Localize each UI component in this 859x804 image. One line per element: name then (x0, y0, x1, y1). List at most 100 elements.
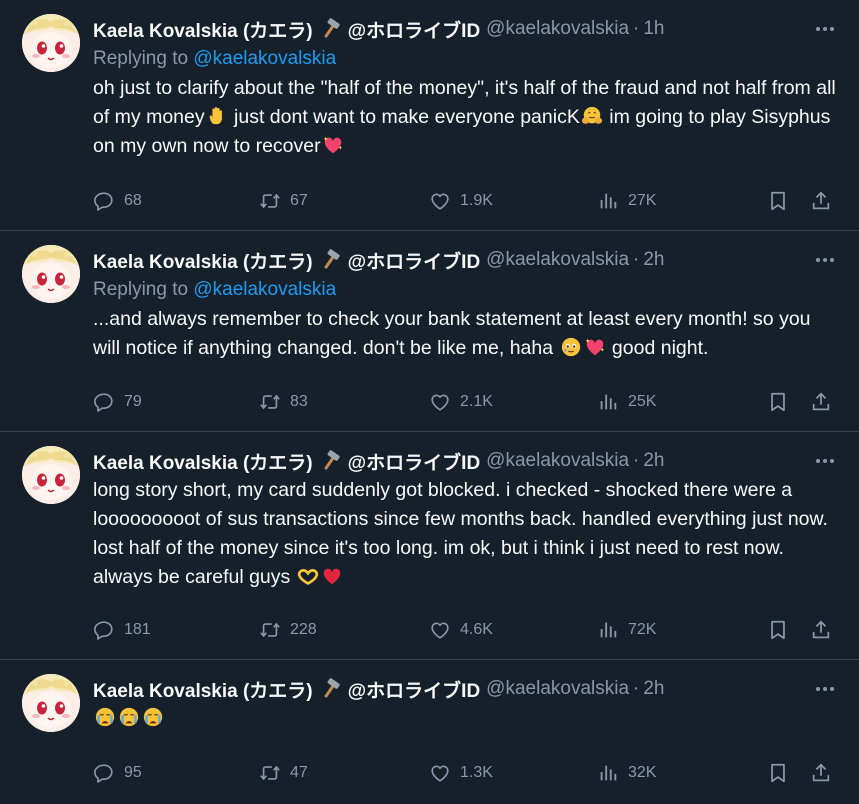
like-button[interactable]: 4.6K (429, 613, 493, 647)
author-handle[interactable]: @kaelakovalskia (486, 18, 629, 40)
reply-count: 68 (124, 192, 142, 209)
tweet-actions: 79 83 2.1K 25K (93, 385, 839, 419)
share-icon (810, 190, 832, 212)
author-affiliation[interactable]: @ホロライブID (348, 676, 481, 703)
heart-hands-emoji (297, 565, 319, 587)
avatar[interactable] (22, 245, 80, 303)
author-name[interactable]: Kaela Kovalskia (カエラ) (93, 247, 313, 274)
share-icon (810, 619, 832, 641)
like-icon (429, 391, 451, 413)
hammer-icon (319, 449, 343, 473)
views-button[interactable]: 72K (597, 613, 656, 647)
author-handle[interactable]: @kaelakovalskia (486, 678, 629, 700)
like-count: 4.6K (460, 621, 493, 638)
avatar[interactable] (22, 14, 80, 72)
raised-hand-emoji (206, 105, 228, 127)
tweet-actions: 95 47 1.3K 32K (93, 756, 839, 790)
reply-count: 79 (124, 393, 142, 410)
share-icon (810, 762, 832, 784)
bookmark-button[interactable] (767, 385, 789, 419)
more-options-icon[interactable] (811, 446, 839, 476)
author-affiliation[interactable]: @ホロライブID (348, 247, 481, 274)
view-count: 32K (628, 764, 657, 781)
author-name[interactable]: Kaela Kovalskia (カエラ) (93, 448, 313, 475)
bookmark-button[interactable] (767, 613, 789, 647)
tweet-text-part: good night. (606, 337, 709, 359)
share-button[interactable] (810, 613, 832, 647)
share-button[interactable] (810, 756, 832, 790)
like-button[interactable]: 1.9K (429, 184, 493, 218)
bookmark-button[interactable] (767, 756, 789, 790)
author-name[interactable]: Kaela Kovalskia (カエラ) (93, 676, 313, 703)
replying-to-label: Replying to (93, 279, 189, 300)
views-button[interactable]: 27K (597, 184, 656, 218)
view-count: 25K (628, 393, 657, 410)
views-icon (597, 190, 619, 212)
replying-to-label: Replying to (93, 48, 189, 69)
author-affiliation[interactable]: @ホロライブID (348, 448, 481, 475)
retweet-icon (259, 190, 281, 212)
like-button[interactable]: 2.1K (429, 385, 493, 419)
reply-count: 95 (124, 764, 142, 781)
reply-button[interactable]: 79 (93, 385, 142, 419)
author-handle[interactable]: @kaelakovalskia (486, 249, 629, 271)
reply-icon (93, 619, 115, 641)
tweet-header: Kaela Kovalskia (カエラ) @ホロライブID @kaelakov… (93, 674, 839, 704)
bookmark-icon (767, 190, 789, 212)
tweet-text: oh just to clarify about the "half of th… (93, 74, 839, 161)
tweet[interactable]: Kaela Kovalskia (カエラ) @ホロライブID @kaelakov… (0, 231, 859, 432)
tweet-text: ...and always remember to check your ban… (93, 305, 839, 363)
sparkling-heart-emoji (584, 336, 606, 358)
retweet-button[interactable]: 83 (259, 385, 308, 419)
tweet-header: Kaela Kovalskia (カエラ) @ホロライブID @kaelakov… (93, 245, 839, 275)
share-button[interactable] (810, 184, 832, 218)
more-options-icon[interactable] (811, 14, 839, 44)
bookmark-icon (767, 619, 789, 641)
author-name[interactable]: Kaela Kovalskia (カエラ) (93, 16, 313, 43)
more-options-icon[interactable] (811, 674, 839, 704)
like-icon (429, 762, 451, 784)
share-button[interactable] (810, 385, 832, 419)
sparkling-heart-emoji (322, 134, 344, 156)
tweet[interactable]: Kaela Kovalskia (カエラ) @ホロライブID @kaelakov… (0, 0, 859, 231)
hugging-face-emoji (581, 105, 603, 127)
tweet[interactable]: Kaela Kovalskia (カエラ) @ホロライブID @kaelakov… (0, 432, 859, 660)
retweet-icon (259, 391, 281, 413)
hammer-icon (319, 677, 343, 701)
tweet[interactable]: Kaela Kovalskia (カエラ) @ホロライブID @kaelakov… (0, 660, 859, 804)
author-handle[interactable]: @kaelakovalskia (486, 450, 629, 472)
reply-button[interactable]: 95 (93, 756, 142, 790)
tweet-time[interactable]: 1h (643, 18, 664, 40)
retweet-count: 67 (290, 192, 308, 209)
tweet-time[interactable]: 2h (643, 678, 664, 700)
tweet-actions: 68 67 1.9K 27K (93, 184, 839, 218)
more-options-icon[interactable] (811, 245, 839, 275)
reply-mention-link[interactable]: @kaelakovalskia (193, 279, 336, 300)
author-affiliation[interactable]: @ホロライブID (348, 16, 481, 43)
avatar[interactable] (22, 446, 80, 504)
tweet-actions: 181 228 4.6K 72K (93, 613, 839, 647)
bookmark-icon (767, 391, 789, 413)
separator-dot: · (633, 249, 640, 270)
like-button[interactable]: 1.3K (429, 756, 493, 790)
separator-dot: · (633, 678, 640, 699)
reply-button[interactable]: 181 (93, 613, 151, 647)
crying-face-emoji (118, 706, 140, 728)
retweet-count: 228 (290, 621, 317, 638)
tweet-time[interactable]: 2h (643, 450, 664, 472)
reply-button[interactable]: 68 (93, 184, 142, 218)
retweet-count: 83 (290, 393, 308, 410)
tweet-text-part: just dont want to make everyone panicK (228, 106, 580, 128)
retweet-button[interactable]: 67 (259, 184, 308, 218)
hammer-icon (319, 17, 343, 41)
separator-dot: · (633, 450, 640, 471)
views-button[interactable]: 25K (597, 385, 656, 419)
retweet-button[interactable]: 47 (259, 756, 308, 790)
view-count: 72K (628, 621, 657, 638)
reply-mention-link[interactable]: @kaelakovalskia (193, 48, 336, 69)
retweet-button[interactable]: 228 (259, 613, 317, 647)
tweet-time[interactable]: 2h (643, 249, 664, 271)
bookmark-button[interactable] (767, 184, 789, 218)
avatar[interactable] (22, 674, 80, 732)
views-button[interactable]: 32K (597, 756, 656, 790)
